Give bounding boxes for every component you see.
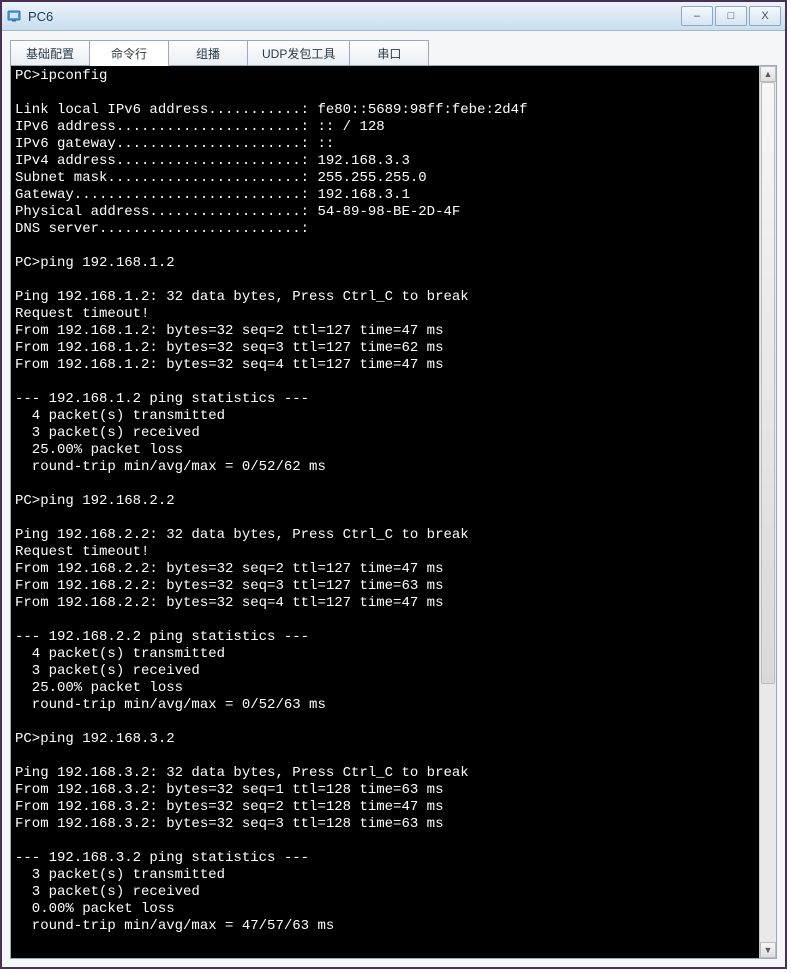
tab-mcast[interactable]: 组播 bbox=[169, 40, 248, 66]
app-icon bbox=[6, 8, 22, 24]
maximize-button[interactable]: □ bbox=[715, 6, 747, 26]
window-title: PC6 bbox=[28, 9, 679, 24]
tab-label: 命令行 bbox=[111, 45, 147, 62]
tab-udp[interactable]: UDP发包工具 bbox=[248, 40, 350, 66]
scroll-thumb[interactable] bbox=[761, 82, 775, 684]
tab-cmd[interactable]: 命令行 bbox=[90, 40, 169, 66]
tab-serial[interactable]: 串口 bbox=[350, 40, 429, 66]
tab-basic[interactable]: 基础配置 bbox=[10, 40, 90, 66]
scroll-up-button[interactable]: ▲ bbox=[760, 66, 776, 82]
scroll-down-button[interactable]: ▼ bbox=[760, 942, 776, 958]
tab-label: 基础配置 bbox=[26, 45, 74, 62]
vertical-scrollbar[interactable]: ▲ ▼ bbox=[759, 66, 776, 958]
window-controls: – □ X bbox=[679, 6, 781, 26]
application-window: PC6 – □ X 基础配置 命令行 组播 UDP发包工具 串口 PC>ipconfig… bbox=[0, 0, 787, 969]
tab-label: UDP发包工具 bbox=[262, 45, 335, 62]
minimize-icon: – bbox=[694, 10, 700, 22]
close-icon: X bbox=[761, 10, 768, 22]
close-button[interactable]: X bbox=[749, 6, 781, 26]
minimize-button[interactable]: – bbox=[681, 6, 713, 26]
tab-label: 串口 bbox=[377, 45, 401, 62]
titlebar[interactable]: PC6 – □ X bbox=[2, 2, 785, 31]
terminal-output[interactable]: PC>ipconfig Link local IPv6 address.....… bbox=[11, 66, 759, 958]
scroll-track[interactable] bbox=[760, 82, 776, 942]
tab-bar: 基础配置 命令行 组播 UDP发包工具 串口 bbox=[10, 39, 777, 65]
terminal-panel: PC>ipconfig Link local IPv6 address.....… bbox=[10, 65, 777, 959]
client-area: 基础配置 命令行 组播 UDP发包工具 串口 PC>ipconfig Link loca… bbox=[2, 31, 785, 967]
maximize-icon: □ bbox=[728, 10, 735, 22]
tab-label: 组播 bbox=[196, 45, 220, 62]
